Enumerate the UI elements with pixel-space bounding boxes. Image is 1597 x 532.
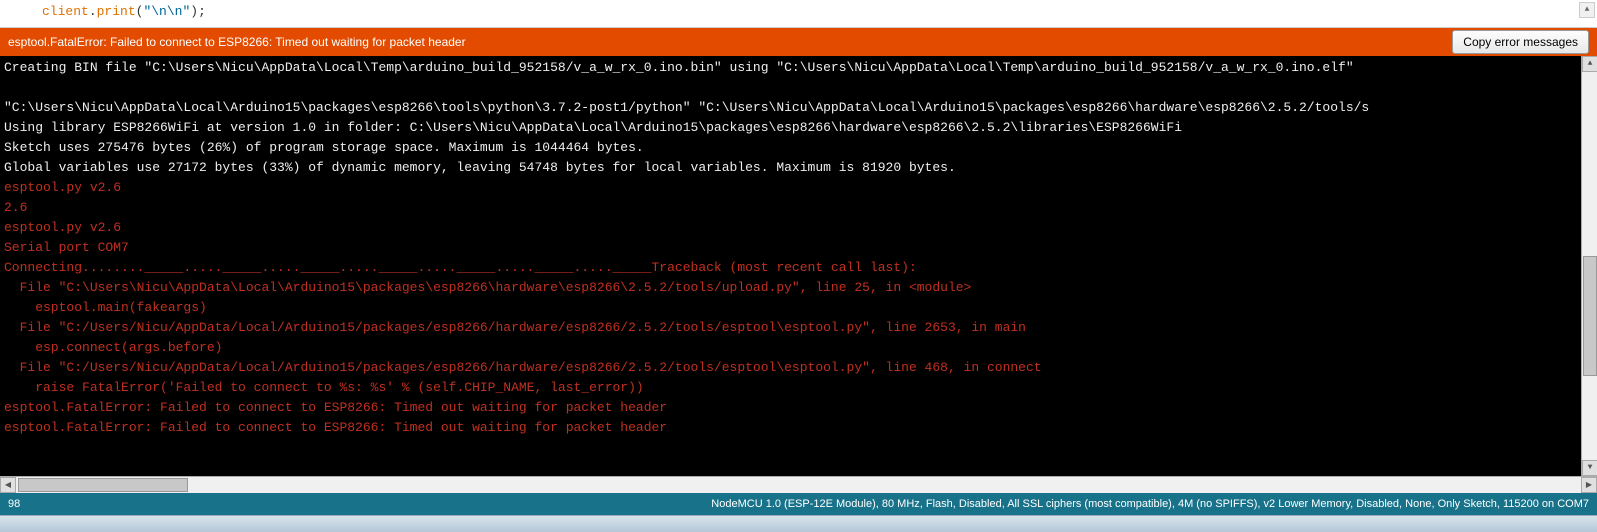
console-line: esptool.py v2.6 [4, 178, 1577, 198]
copy-error-button[interactable]: Copy error messages [1452, 30, 1589, 54]
scroll-up-button[interactable]: ▲ [1582, 56, 1597, 72]
scroll-down-button[interactable]: ▼ [1582, 460, 1597, 476]
console-line: esp.connect(args.before) [4, 338, 1577, 358]
console-vertical-scrollbar[interactable]: ▲ ▼ [1581, 56, 1597, 476]
console-line: Serial port COM7 [4, 238, 1577, 258]
console-line [4, 438, 1577, 458]
code-token-dot: . [89, 4, 97, 19]
console-line: raise FatalError('Failed to connect to %… [4, 378, 1577, 398]
editor-scroll-up-button[interactable]: ▲ [1579, 2, 1595, 18]
vertical-scroll-thumb[interactable] [1583, 256, 1597, 376]
console-line: Global variables use 27172 bytes (33%) o… [4, 158, 1577, 178]
console-line: Connecting........_____....._____.....__… [4, 258, 1577, 278]
output-console: Creating BIN file "C:\Users\Nicu\AppData… [0, 56, 1597, 476]
console-line: esptool.FatalError: Failed to connect to… [4, 398, 1577, 418]
console-content[interactable]: Creating BIN file "C:\Users\Nicu\AppData… [0, 56, 1581, 476]
scroll-left-button[interactable]: ◀ [0, 477, 16, 493]
code-token-paren-close: ); [190, 4, 206, 19]
console-line: 2.6 [4, 198, 1577, 218]
console-line: File "C:\Users\Nicu\AppData\Local\Arduin… [4, 278, 1577, 298]
code-editor[interactable]: client.print("\n\n"); ▲ [0, 0, 1597, 28]
code-token-object: client [42, 4, 89, 19]
console-line: esptool.py v2.6 [4, 218, 1577, 238]
status-line-number: 98 [8, 498, 20, 510]
status-bar: 98 NodeMCU 1.0 (ESP-12E Module), 80 MHz,… [0, 493, 1597, 515]
console-line: File "C:/Users/Nicu/AppData/Local/Arduin… [4, 318, 1577, 338]
console-line: esptool.main(fakeargs) [4, 298, 1577, 318]
console-line: File "C:/Users/Nicu/AppData/Local/Arduin… [4, 358, 1577, 378]
console-line: Creating BIN file "C:\Users\Nicu\AppData… [4, 58, 1577, 78]
os-taskbar [0, 515, 1597, 532]
status-board-info: NodeMCU 1.0 (ESP-12E Module), 80 MHz, Fl… [711, 498, 1589, 510]
code-token-string: "\n\n" [143, 4, 190, 19]
code-token-function: print [97, 4, 136, 19]
console-line: esptool.FatalError: Failed to connect to… [4, 418, 1577, 438]
compile-error-text: esptool.FatalError: Failed to connect to… [8, 35, 466, 49]
console-line: "C:\Users\Nicu\AppData\Local\Arduino15\p… [4, 98, 1577, 118]
console-horizontal-scrollbar[interactable]: ◀ ▶ [0, 476, 1597, 493]
console-line [4, 78, 1577, 98]
console-line: Sketch uses 275476 bytes (26%) of progra… [4, 138, 1577, 158]
scroll-right-button[interactable]: ▶ [1581, 477, 1597, 493]
compile-error-bar: esptool.FatalError: Failed to connect to… [0, 28, 1597, 56]
horizontal-scroll-thumb[interactable] [18, 478, 188, 492]
console-line: Using library ESP8266WiFi at version 1.0… [4, 118, 1577, 138]
